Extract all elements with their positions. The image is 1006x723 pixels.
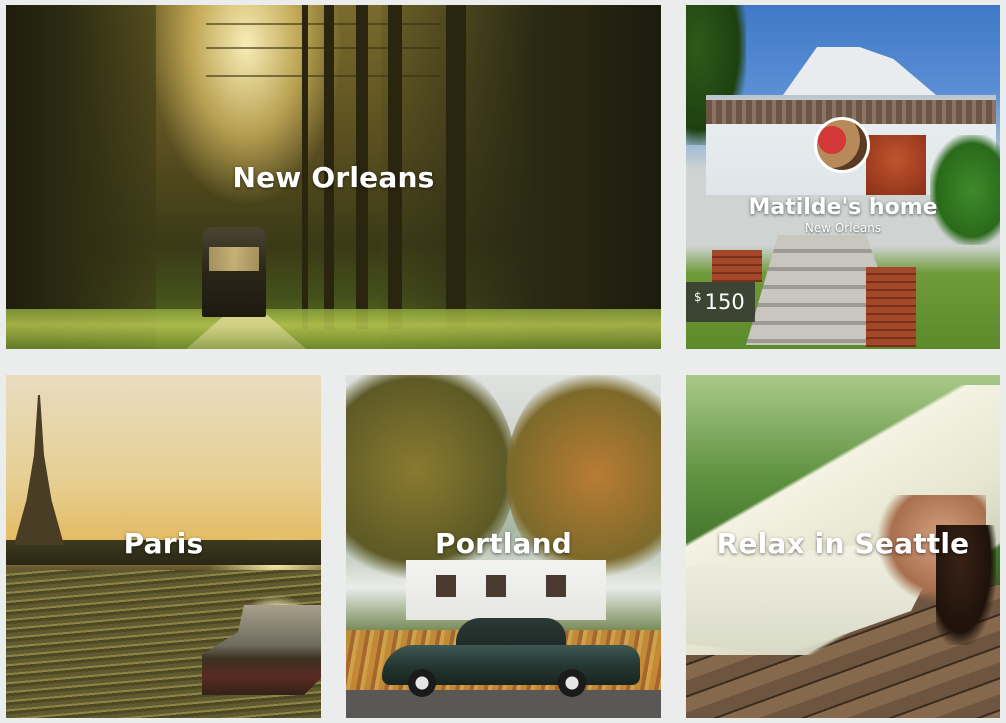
tile-title: Paris [123,527,204,560]
tile-title: Relax in Seattle [716,527,970,560]
listing-location: New Orleans [804,221,882,235]
price-currency: $ [694,290,702,304]
listing-title: Matilde's home [748,195,938,220]
tile-title: New Orleans [232,161,435,194]
destination-tile-relax-in-seattle[interactable]: Relax in Seattle [686,375,1000,718]
destination-tile-paris[interactable]: Paris [6,375,321,718]
destination-tile-new-orleans[interactable]: New Orleans [6,5,661,349]
destination-tile-portland[interactable]: Portland [346,375,661,718]
listing-tile-matildes-home[interactable]: Matilde's home New Orleans $ 150 [686,5,1000,349]
price-badge: $ 150 [686,282,755,322]
price-amount: 150 [704,290,745,314]
tile-title: Portland [434,527,573,560]
host-avatar[interactable] [814,117,870,173]
